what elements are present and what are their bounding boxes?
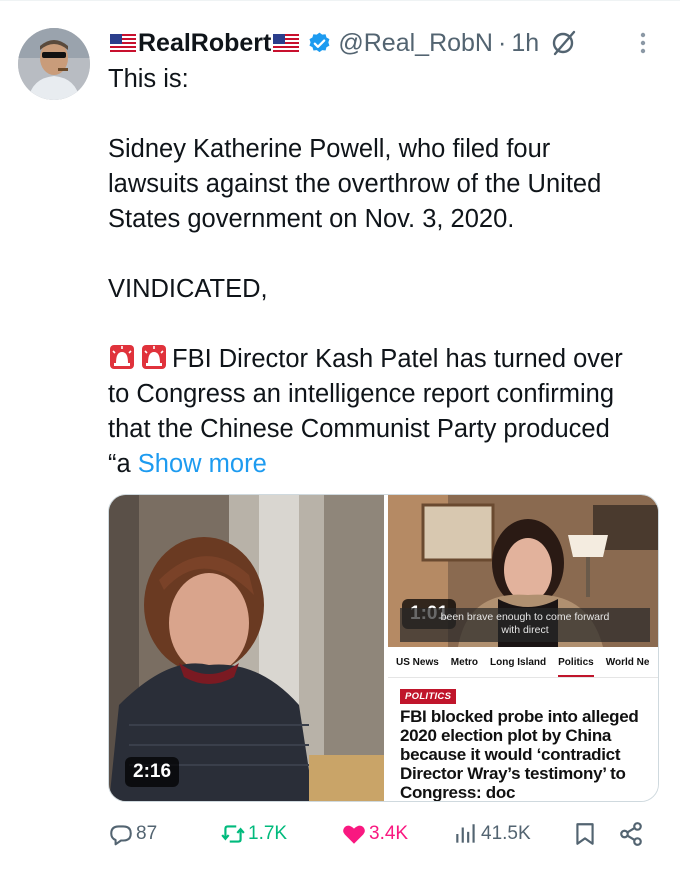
text-line: This is: bbox=[108, 65, 189, 93]
video-caption: been brave enough to come forward with d… bbox=[400, 608, 650, 642]
article-nav-item: World Ne bbox=[605, 657, 650, 668]
separator-dot: · bbox=[498, 28, 507, 57]
share-button[interactable] bbox=[618, 816, 646, 852]
text-line-content: FBI Director Kash Patel has turned over bbox=[172, 345, 623, 373]
text-line-content: “a bbox=[108, 450, 131, 478]
text-line: Sidney Katherine Powell, who filed four bbox=[108, 135, 551, 163]
article-nav-item: US News bbox=[396, 657, 439, 668]
text-line: lawsuits against the overthrow of the Un… bbox=[108, 170, 602, 198]
text-line: “a Show more bbox=[108, 447, 668, 482]
views-chart-icon bbox=[456, 824, 475, 843]
article-headline: FBI blocked probe into alleged 2020 elec… bbox=[400, 707, 639, 802]
repost-icon bbox=[221, 825, 245, 843]
repost-count: 1.7K bbox=[248, 823, 288, 844]
post-header: RealRobert @Real_RobN · 1h bbox=[108, 28, 579, 58]
bookmark-icon bbox=[576, 823, 594, 845]
media-grid: 2:16 1:01 been brave enough to come forw… bbox=[108, 494, 659, 802]
caption-line: been brave enough to come forward bbox=[440, 611, 610, 623]
display-name[interactable]: RealRobert bbox=[138, 29, 271, 58]
article-nav-item-active: Politics bbox=[558, 657, 594, 677]
text-line: that the Chinese Communist Party produce… bbox=[108, 415, 610, 443]
heart-icon bbox=[343, 825, 365, 844]
user-handle[interactable]: @Real_RobN bbox=[338, 29, 493, 58]
avatar[interactable] bbox=[18, 28, 90, 100]
bookmark-button[interactable] bbox=[572, 816, 600, 852]
video-duration: 2:16 bbox=[125, 757, 180, 787]
reply-button[interactable]: 87 bbox=[108, 816, 157, 852]
article-nav-item: Long Island bbox=[490, 657, 547, 668]
views-button[interactable]: 41.5K bbox=[453, 816, 531, 852]
grok-icon[interactable] bbox=[549, 28, 579, 58]
more-options-icon[interactable] bbox=[637, 30, 649, 56]
action-bar: 87 1.7K 3.4K 41.5K bbox=[108, 816, 648, 852]
siren-emoji-icon bbox=[110, 345, 134, 369]
text-line: States government on Nov. 3, 2020. bbox=[108, 205, 515, 233]
like-button[interactable]: 3.4K bbox=[341, 816, 408, 852]
post-time[interactable]: 1h bbox=[511, 29, 539, 58]
reply-icon bbox=[110, 825, 132, 846]
siren-emoji-icon bbox=[142, 345, 166, 369]
text-line: to Congress an intelligence report confi… bbox=[108, 380, 615, 408]
repost-button[interactable]: 1.7K bbox=[220, 816, 287, 852]
top-divider bbox=[0, 0, 680, 1]
article-screenshot[interactable]: US News Metro Long Island Politics World… bbox=[388, 647, 658, 802]
post-text: This is: Sidney Katherine Powell, who fi… bbox=[108, 62, 668, 482]
caption-line: with direct bbox=[501, 624, 549, 636]
us-flag-icon bbox=[110, 34, 136, 52]
us-flag-icon bbox=[273, 34, 300, 52]
verified-badge-icon[interactable] bbox=[307, 31, 332, 56]
show-more-link[interactable]: Show more bbox=[138, 450, 267, 478]
article-nav-divider bbox=[388, 677, 658, 678]
video-thumbnail-left[interactable]: 2:16 bbox=[109, 495, 384, 801]
reply-count: 87 bbox=[136, 823, 158, 844]
article-nav: US News Metro Long Island Politics World… bbox=[388, 657, 658, 677]
article-nav-item: Metro bbox=[450, 657, 479, 668]
share-icon bbox=[620, 822, 642, 846]
views-count: 41.5K bbox=[481, 823, 531, 844]
video-thumbnail-right[interactable]: 1:01 been brave enough to come forward w… bbox=[388, 495, 658, 647]
article-category-badge: POLITICS bbox=[400, 689, 457, 704]
like-count: 3.4K bbox=[369, 823, 409, 844]
text-line: FBI Director Kash Patel has turned over bbox=[108, 342, 668, 377]
text-line: VINDICATED, bbox=[108, 275, 268, 303]
